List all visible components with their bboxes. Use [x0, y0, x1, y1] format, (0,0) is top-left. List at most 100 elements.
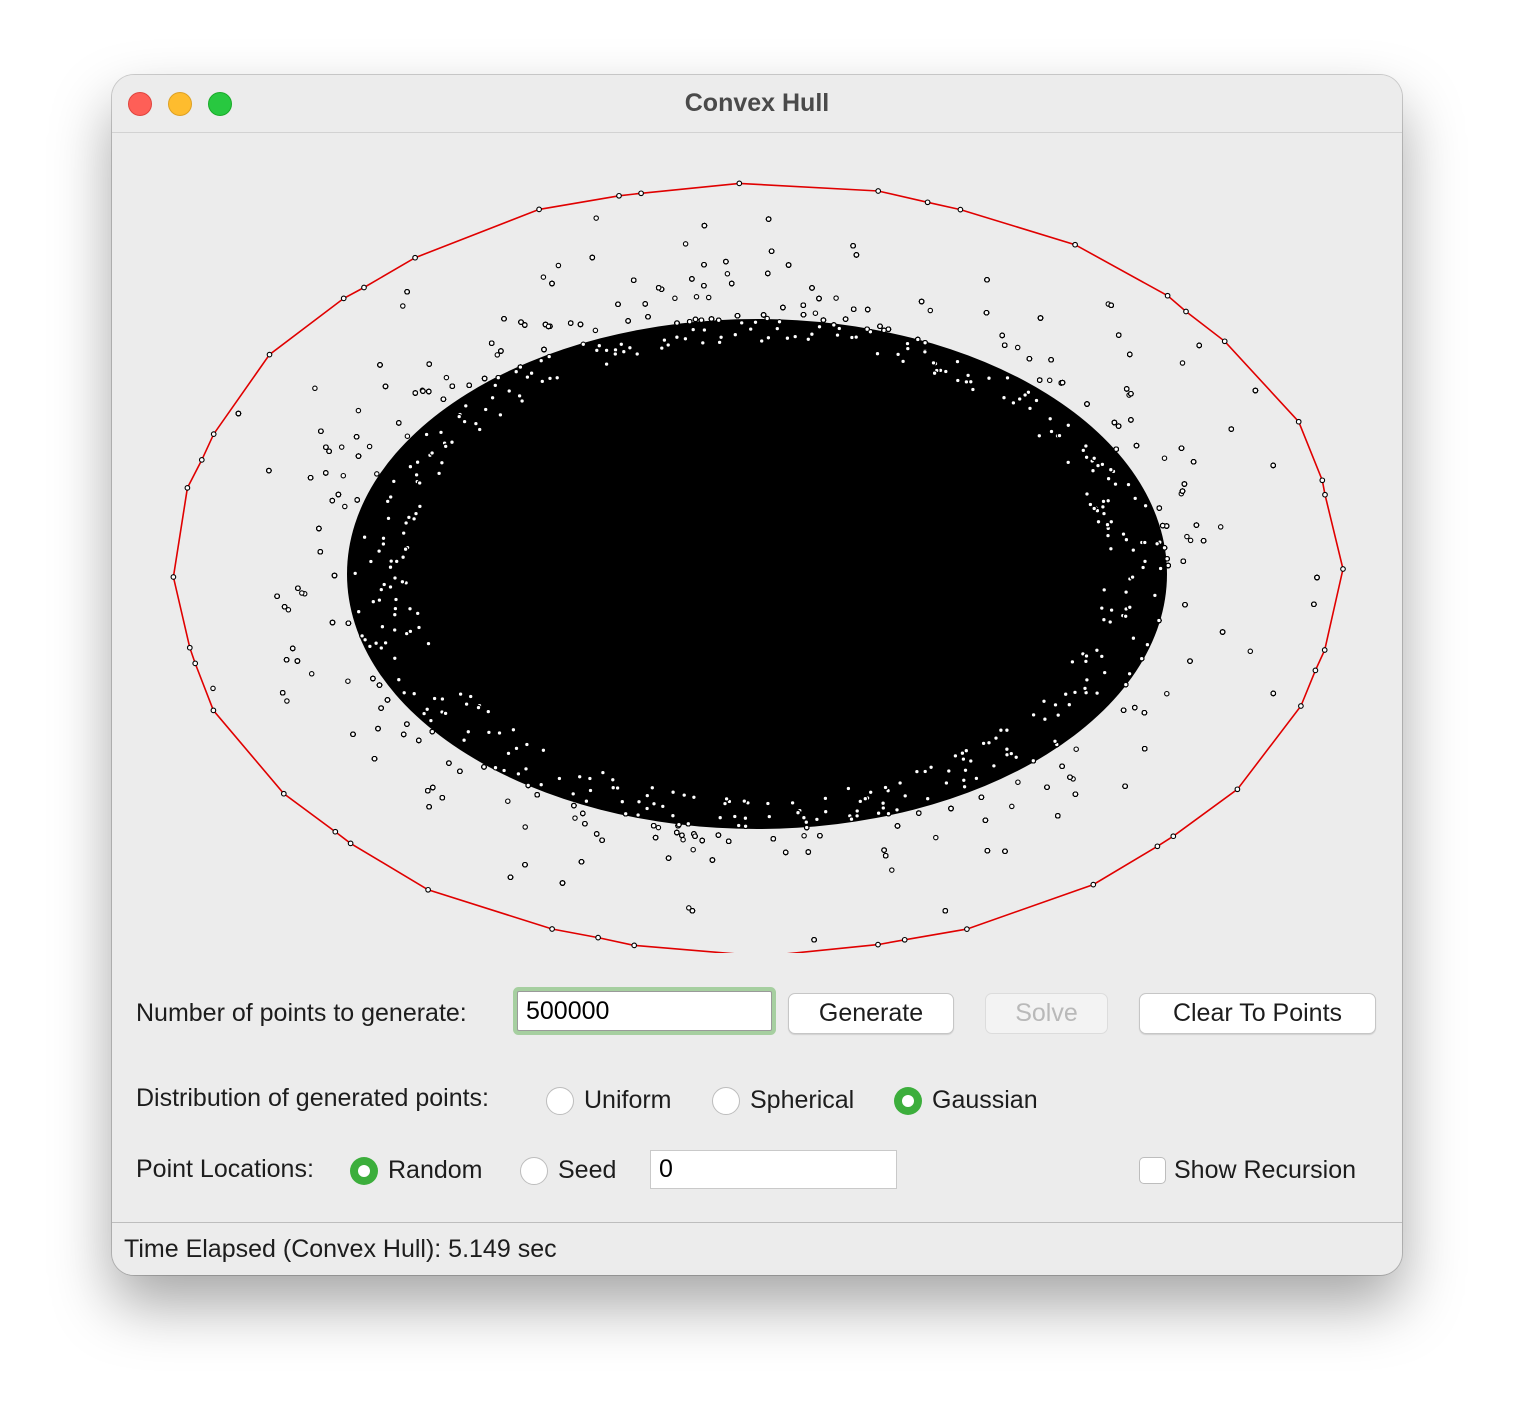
point: [801, 833, 807, 839]
point: [413, 472, 420, 478]
point: [571, 802, 577, 809]
point: [615, 301, 621, 308]
point: [1108, 546, 1114, 552]
point: [414, 459, 421, 465]
point: [621, 348, 627, 355]
point: [680, 836, 686, 843]
point: [1157, 565, 1164, 572]
point: [850, 243, 856, 249]
point: [1080, 447, 1087, 454]
point: [1015, 779, 1021, 785]
point: [674, 320, 680, 326]
point: [374, 471, 380, 477]
point: [660, 803, 666, 810]
point: [811, 937, 817, 943]
point: [461, 737, 467, 743]
point: [927, 307, 934, 314]
point: [580, 810, 586, 817]
point: [800, 302, 807, 308]
point: [1133, 442, 1140, 449]
point: [701, 261, 707, 268]
point: [481, 375, 488, 382]
point: [1187, 658, 1193, 664]
point: [392, 575, 398, 581]
point: [780, 304, 786, 311]
point: [1069, 659, 1076, 665]
point: [776, 319, 783, 325]
point: [1182, 601, 1188, 608]
point: [724, 271, 731, 277]
point: [580, 341, 587, 348]
point: [1156, 505, 1163, 511]
points-canvas: [112, 133, 1402, 953]
point: [1217, 524, 1224, 530]
point: [555, 262, 562, 269]
point: [496, 730, 503, 736]
point: [894, 823, 901, 829]
point: [814, 816, 820, 823]
point: [416, 624, 422, 631]
point: [406, 514, 412, 521]
point: [1142, 539, 1148, 546]
point: [294, 658, 301, 664]
point: [928, 764, 934, 771]
point: [440, 396, 447, 402]
point: [857, 798, 864, 805]
point: [692, 833, 698, 839]
point: [1270, 462, 1276, 469]
point: [984, 847, 991, 854]
point: [738, 320, 745, 326]
point: [307, 474, 314, 481]
point: [1004, 752, 1010, 758]
point: [519, 398, 525, 404]
point: [1190, 459, 1197, 465]
point: [1187, 537, 1194, 544]
point: [993, 735, 999, 741]
point: [758, 338, 765, 344]
hull-plot: [170, 180, 1346, 953]
point: [812, 310, 819, 316]
point: [1067, 774, 1073, 780]
point: [318, 428, 324, 434]
point: [366, 443, 373, 450]
point: [534, 792, 540, 798]
point: [284, 698, 290, 704]
point: [442, 443, 449, 450]
point: [986, 375, 992, 381]
point: [1013, 754, 1019, 761]
point: [1120, 531, 1127, 537]
app-window: Convex Hull Number of points to generate…: [112, 75, 1402, 1275]
scatter-points: [210, 215, 1320, 943]
point: [650, 822, 657, 829]
point: [489, 395, 496, 401]
point: [1022, 392, 1028, 398]
point: [400, 530, 407, 536]
point: [370, 675, 376, 682]
point: [685, 821, 692, 827]
point: [1016, 396, 1023, 402]
point: [570, 791, 576, 797]
point: [1052, 738, 1058, 745]
point: [378, 705, 384, 711]
point: [655, 824, 662, 831]
point: [1144, 641, 1151, 648]
point: [355, 407, 362, 414]
point: [404, 433, 411, 439]
point: [1179, 360, 1186, 366]
point: [436, 470, 442, 477]
point: [392, 605, 399, 612]
point: [370, 598, 377, 605]
point: [345, 620, 352, 626]
point: [894, 807, 900, 813]
point: [1247, 648, 1254, 655]
point: [1129, 574, 1136, 580]
point: [425, 640, 432, 647]
point: [1152, 592, 1158, 599]
point: [407, 463, 414, 470]
point: [1101, 587, 1107, 593]
point: [1094, 647, 1100, 654]
point: [1073, 746, 1079, 752]
point: [506, 388, 512, 394]
point: [1125, 481, 1132, 488]
point: [885, 810, 892, 817]
